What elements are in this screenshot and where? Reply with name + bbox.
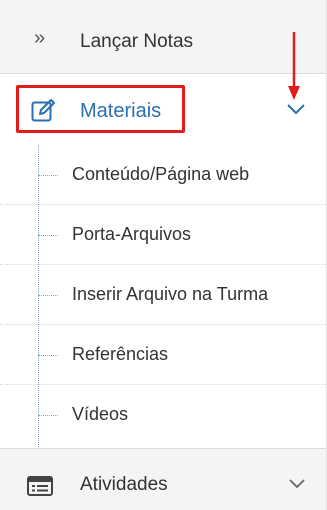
submenu-item-referencias[interactable]: Referências xyxy=(0,325,326,385)
tree-branch xyxy=(38,175,58,176)
tree-branch xyxy=(38,295,58,296)
chevron-down-icon[interactable] xyxy=(288,478,306,489)
sidebar-menu: » Lançar Notas Materiais Conteúdo/Página… xyxy=(0,0,327,510)
submenu-item-label: Conteúdo/Página web xyxy=(72,164,250,184)
menu-item-lancar-notas[interactable]: » Lançar Notas xyxy=(0,0,326,74)
submenu-item-conteudo[interactable]: Conteúdo/Página web xyxy=(0,145,326,205)
tree-branch xyxy=(38,235,58,236)
submenu-item-label: Inserir Arquivo na Turma xyxy=(72,284,269,304)
tree-branch xyxy=(38,415,58,416)
submenu-item-label: Vídeos xyxy=(72,404,129,424)
materiais-submenu: Conteúdo/Página web Porta-Arquivos Inser… xyxy=(0,145,326,447)
submenu-item-inserir-arquivo[interactable]: Inserir Arquivo na Turma xyxy=(0,265,326,325)
tree-branch xyxy=(38,355,58,356)
submenu-item-porta-arquivos[interactable]: Porta-Arquivos xyxy=(0,205,326,265)
menu-item-atividades-label: Atividades xyxy=(80,474,168,495)
chevron-down-icon[interactable] xyxy=(286,103,306,115)
double-chevron-right-icon: » xyxy=(34,27,46,49)
list-icon xyxy=(27,476,53,496)
submenu-item-videos[interactable]: Vídeos xyxy=(0,385,326,445)
edit-icon xyxy=(31,99,55,122)
red-arrow-down-icon xyxy=(288,32,300,100)
menu-item-materiais-label: Materiais xyxy=(80,100,162,122)
submenu-item-label: Porta-Arquivos xyxy=(72,224,192,244)
menu-item-label: Lançar Notas xyxy=(80,31,194,52)
submenu-item-label: Referências xyxy=(72,344,169,364)
